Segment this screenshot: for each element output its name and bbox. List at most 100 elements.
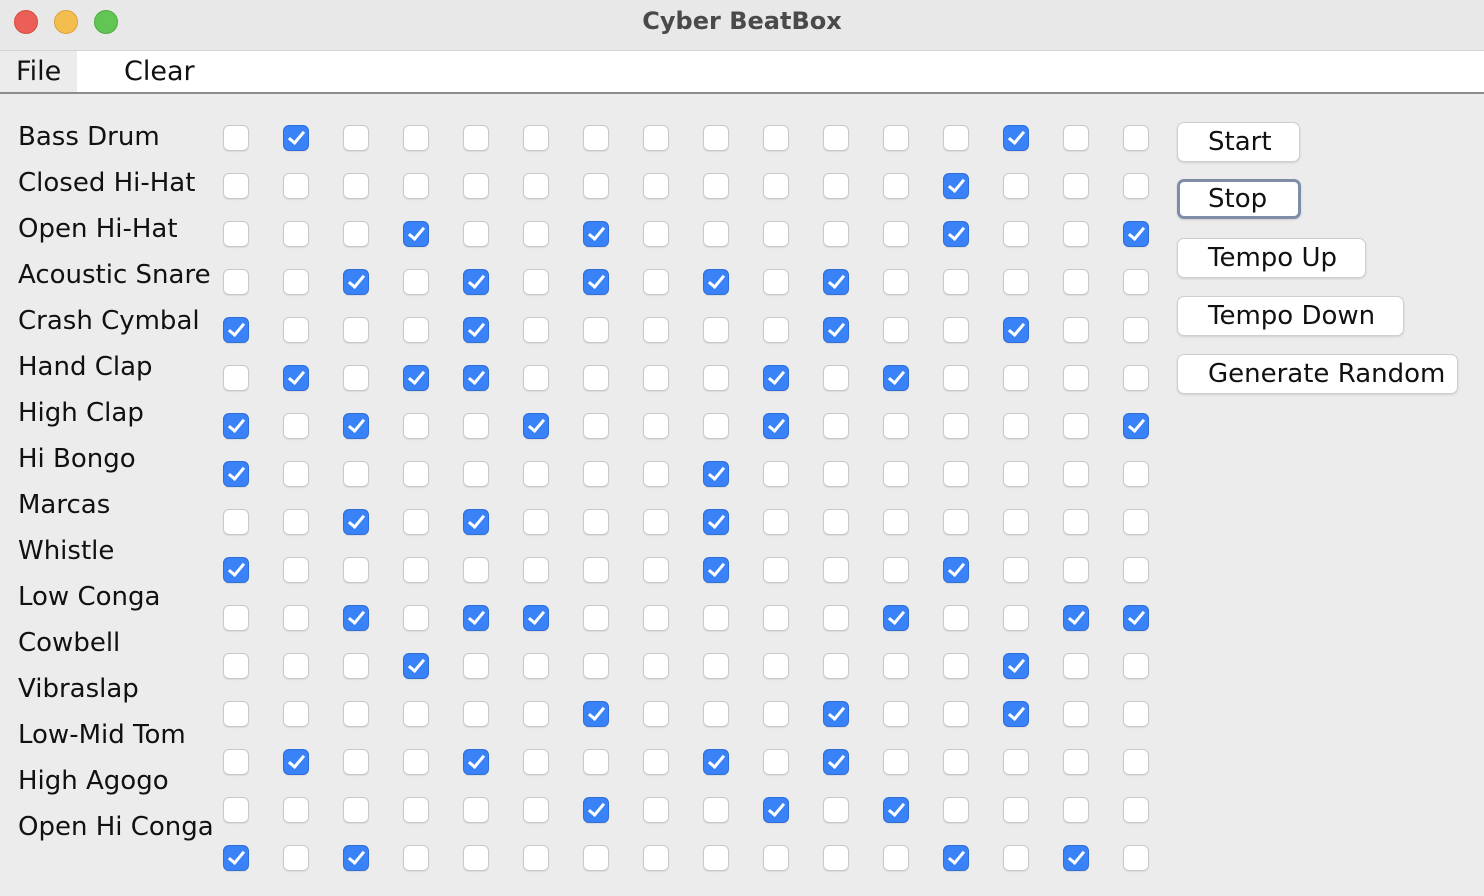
beat-checkbox[interactable]	[943, 269, 969, 295]
beat-checkbox[interactable]	[883, 749, 909, 775]
beat-checkbox[interactable]	[1063, 557, 1089, 583]
beat-checkbox[interactable]	[403, 605, 429, 631]
beat-checkbox[interactable]	[703, 605, 729, 631]
beat-checkbox[interactable]	[883, 221, 909, 247]
beat-checkbox[interactable]	[1003, 749, 1029, 775]
beat-checkbox[interactable]	[1063, 461, 1089, 487]
beat-checkbox[interactable]	[583, 269, 609, 295]
beat-checkbox[interactable]	[643, 653, 669, 679]
beat-checkbox[interactable]	[883, 125, 909, 151]
beat-checkbox[interactable]	[463, 701, 489, 727]
beat-checkbox[interactable]	[643, 845, 669, 871]
beat-checkbox[interactable]	[943, 653, 969, 679]
beat-checkbox[interactable]	[1123, 509, 1149, 535]
beat-checkbox[interactable]	[1003, 365, 1029, 391]
beat-checkbox[interactable]	[463, 797, 489, 823]
beat-checkbox[interactable]	[1123, 749, 1149, 775]
beat-checkbox[interactable]	[403, 845, 429, 871]
beat-checkbox[interactable]	[463, 365, 489, 391]
beat-checkbox[interactable]	[583, 605, 609, 631]
beat-checkbox[interactable]	[1123, 701, 1149, 727]
beat-checkbox[interactable]	[883, 365, 909, 391]
beat-checkbox[interactable]	[1123, 845, 1149, 871]
beat-checkbox[interactable]	[823, 269, 849, 295]
beat-checkbox[interactable]	[283, 365, 309, 391]
beat-checkbox[interactable]	[763, 557, 789, 583]
beat-checkbox[interactable]	[703, 461, 729, 487]
beat-checkbox[interactable]	[283, 173, 309, 199]
beat-checkbox[interactable]	[643, 605, 669, 631]
beat-checkbox[interactable]	[403, 557, 429, 583]
beat-checkbox[interactable]	[223, 173, 249, 199]
beat-checkbox[interactable]	[823, 605, 849, 631]
beat-checkbox[interactable]	[223, 317, 249, 343]
beat-checkbox[interactable]	[583, 653, 609, 679]
beat-checkbox[interactable]	[1063, 413, 1089, 439]
beat-checkbox[interactable]	[463, 461, 489, 487]
beat-checkbox[interactable]	[343, 173, 369, 199]
beat-checkbox[interactable]	[823, 653, 849, 679]
tempo-down-button[interactable]: Tempo Down	[1177, 296, 1404, 336]
beat-checkbox[interactable]	[463, 221, 489, 247]
beat-checkbox[interactable]	[343, 845, 369, 871]
beat-checkbox[interactable]	[403, 221, 429, 247]
beat-checkbox[interactable]	[1003, 701, 1029, 727]
beat-checkbox[interactable]	[763, 125, 789, 151]
beat-checkbox[interactable]	[823, 749, 849, 775]
beat-checkbox[interactable]	[703, 509, 729, 535]
beat-checkbox[interactable]	[883, 173, 909, 199]
beat-checkbox[interactable]	[343, 509, 369, 535]
beat-checkbox[interactable]	[283, 221, 309, 247]
menu-file[interactable]: File	[0, 51, 78, 92]
beat-checkbox[interactable]	[1123, 125, 1149, 151]
beat-checkbox[interactable]	[1063, 365, 1089, 391]
beat-checkbox[interactable]	[643, 173, 669, 199]
beat-checkbox[interactable]	[1003, 125, 1029, 151]
beat-checkbox[interactable]	[283, 317, 309, 343]
beat-checkbox[interactable]	[463, 269, 489, 295]
beat-checkbox[interactable]	[1063, 797, 1089, 823]
beat-checkbox[interactable]	[583, 557, 609, 583]
beat-checkbox[interactable]	[223, 365, 249, 391]
beat-checkbox[interactable]	[523, 605, 549, 631]
beat-checkbox[interactable]	[1123, 317, 1149, 343]
beat-checkbox[interactable]	[223, 269, 249, 295]
beat-checkbox[interactable]	[1063, 749, 1089, 775]
beat-checkbox[interactable]	[223, 749, 249, 775]
beat-checkbox[interactable]	[643, 317, 669, 343]
beat-checkbox[interactable]	[1063, 221, 1089, 247]
beat-checkbox[interactable]	[823, 701, 849, 727]
beat-checkbox[interactable]	[883, 269, 909, 295]
beat-checkbox[interactable]	[823, 845, 849, 871]
beat-checkbox[interactable]	[943, 797, 969, 823]
beat-checkbox[interactable]	[763, 461, 789, 487]
beat-checkbox[interactable]	[463, 317, 489, 343]
beat-checkbox[interactable]	[883, 461, 909, 487]
beat-checkbox[interactable]	[523, 173, 549, 199]
beat-checkbox[interactable]	[823, 365, 849, 391]
beat-checkbox[interactable]	[1123, 461, 1149, 487]
beat-checkbox[interactable]	[763, 845, 789, 871]
beat-checkbox[interactable]	[763, 173, 789, 199]
beat-checkbox[interactable]	[643, 749, 669, 775]
start-button[interactable]: Start	[1177, 122, 1300, 162]
beat-checkbox[interactable]	[943, 365, 969, 391]
beat-checkbox[interactable]	[223, 797, 249, 823]
beat-checkbox[interactable]	[763, 701, 789, 727]
beat-checkbox[interactable]	[943, 509, 969, 535]
beat-checkbox[interactable]	[463, 653, 489, 679]
beat-checkbox[interactable]	[943, 125, 969, 151]
beat-checkbox[interactable]	[283, 557, 309, 583]
beat-checkbox[interactable]	[763, 605, 789, 631]
beat-checkbox[interactable]	[763, 269, 789, 295]
beat-checkbox[interactable]	[943, 749, 969, 775]
beat-checkbox[interactable]	[763, 317, 789, 343]
beat-checkbox[interactable]	[1123, 797, 1149, 823]
beat-checkbox[interactable]	[943, 317, 969, 343]
beat-checkbox[interactable]	[643, 125, 669, 151]
beat-checkbox[interactable]	[703, 173, 729, 199]
beat-checkbox[interactable]	[883, 701, 909, 727]
beat-checkbox[interactable]	[1123, 557, 1149, 583]
beat-checkbox[interactable]	[823, 461, 849, 487]
beat-checkbox[interactable]	[703, 269, 729, 295]
